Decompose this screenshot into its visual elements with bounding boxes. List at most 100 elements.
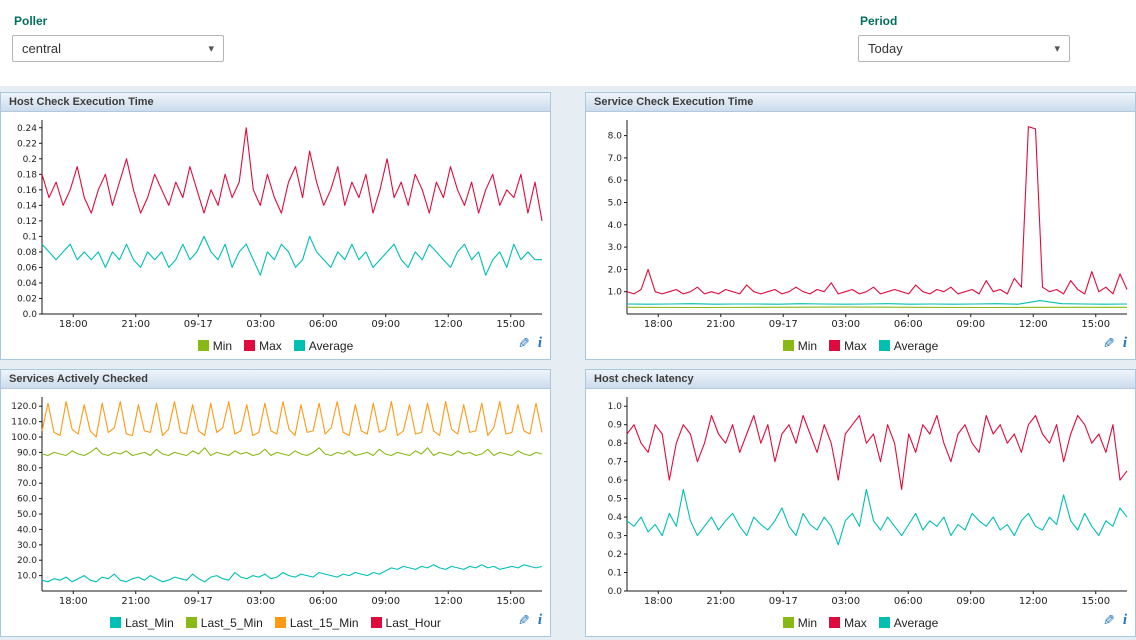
filter-bar: Poller central ▾ Period Today ▾ bbox=[0, 0, 1136, 86]
svg-text:1.0: 1.0 bbox=[608, 402, 623, 412]
svg-text:0.04: 0.04 bbox=[17, 279, 37, 289]
svg-text:09-17: 09-17 bbox=[769, 596, 798, 607]
svg-text:0.0: 0.0 bbox=[23, 310, 38, 320]
chart-services-actively-checked[interactable]: 10.020.030.040.050.060.070.080.090.0100.… bbox=[1, 389, 550, 609]
chart-host-check-latency[interactable]: 0.00.10.20.30.40.50.60.70.80.91.018:0021… bbox=[586, 389, 1135, 609]
legend-label: Min bbox=[798, 339, 817, 353]
svg-text:21:00: 21:00 bbox=[706, 596, 735, 607]
svg-text:0.12: 0.12 bbox=[17, 217, 37, 227]
legend-item-average[interactable]: Average bbox=[879, 339, 938, 353]
legend-row: Last_Min Last_5_Min Last_15_Min Last_Hour ✎… bbox=[1, 609, 550, 636]
svg-text:06:00: 06:00 bbox=[894, 319, 923, 330]
period-label: Period bbox=[860, 14, 1070, 28]
svg-text:0.1: 0.1 bbox=[608, 569, 622, 579]
legend-label: Max bbox=[844, 339, 867, 353]
legend-swatch bbox=[829, 617, 840, 628]
edit-graph-icon[interactable]: ✎ bbox=[1103, 335, 1115, 352]
svg-text:09:00: 09:00 bbox=[956, 319, 985, 330]
legend-swatch bbox=[186, 617, 197, 628]
svg-text:21:00: 21:00 bbox=[706, 319, 735, 330]
legend-item-average[interactable]: Average bbox=[294, 339, 353, 353]
panel-icons: ✎ i bbox=[518, 335, 542, 352]
graph-info-icon[interactable]: i bbox=[538, 335, 542, 352]
svg-text:12:00: 12:00 bbox=[1019, 319, 1048, 330]
legend-item-max[interactable]: Max bbox=[829, 339, 867, 353]
legend-swatch bbox=[783, 340, 794, 351]
legend-label: Last_5_Min bbox=[201, 616, 263, 630]
panel-title: Services Actively Checked bbox=[1, 370, 550, 389]
legend-item-max[interactable]: Max bbox=[244, 339, 282, 353]
legend-label: Min bbox=[213, 339, 232, 353]
svg-text:03:00: 03:00 bbox=[246, 319, 275, 330]
svg-text:06:00: 06:00 bbox=[309, 319, 338, 330]
svg-text:21:00: 21:00 bbox=[121, 319, 150, 330]
period-filter-group: Period Today ▾ bbox=[858, 12, 1070, 86]
svg-text:10.0: 10.0 bbox=[17, 572, 37, 582]
svg-text:90.0: 90.0 bbox=[17, 448, 37, 458]
legend-swatch bbox=[879, 617, 890, 628]
svg-text:0.16: 0.16 bbox=[17, 186, 37, 196]
legend-swatch bbox=[371, 617, 382, 628]
svg-text:18:00: 18:00 bbox=[59, 596, 88, 607]
svg-text:15:00: 15:00 bbox=[1081, 319, 1110, 330]
svg-text:06:00: 06:00 bbox=[894, 596, 923, 607]
svg-text:0.24: 0.24 bbox=[17, 124, 37, 134]
poller-selected-value: central bbox=[22, 41, 61, 56]
period-select[interactable]: Today ▾ bbox=[858, 35, 1070, 62]
svg-text:2.0: 2.0 bbox=[608, 265, 623, 275]
poller-select[interactable]: central ▾ bbox=[12, 35, 224, 62]
legend-label: Max bbox=[259, 339, 282, 353]
svg-text:18:00: 18:00 bbox=[59, 319, 88, 330]
graph-info-icon[interactable]: i bbox=[1123, 335, 1127, 352]
panel-icons: ✎ i bbox=[518, 612, 542, 629]
poller-label: Poller bbox=[14, 14, 224, 28]
svg-text:5.0: 5.0 bbox=[608, 199, 623, 209]
panel-service-check-execution-time: Service Check Execution Time 1.02.03.04.… bbox=[585, 92, 1136, 360]
legend-item-last_15_min[interactable]: Last_15_Min bbox=[275, 616, 359, 630]
panel-title: Host Check Execution Time bbox=[1, 93, 550, 112]
svg-text:20.0: 20.0 bbox=[17, 556, 37, 566]
edit-graph-icon[interactable]: ✎ bbox=[1103, 612, 1115, 629]
legend-label: Average bbox=[894, 339, 938, 353]
panel-host-check-latency: Host check latency 0.00.10.20.30.40.50.6… bbox=[585, 369, 1136, 637]
legend-item-min[interactable]: Min bbox=[783, 616, 817, 630]
chart-host-check-execution-time[interactable]: 0.00.020.040.060.080.10.120.140.160.180.… bbox=[1, 112, 550, 332]
edit-graph-icon[interactable]: ✎ bbox=[518, 612, 530, 629]
legend-item-min[interactable]: Min bbox=[783, 339, 817, 353]
legend-item-min[interactable]: Min bbox=[198, 339, 232, 353]
svg-text:12:00: 12:00 bbox=[1019, 596, 1048, 607]
legend-row: Min Max Average ✎ i bbox=[586, 332, 1135, 359]
legend-label: Min bbox=[798, 616, 817, 630]
svg-text:09:00: 09:00 bbox=[371, 596, 400, 607]
poller-filter-group: Poller central ▾ bbox=[12, 12, 224, 86]
legend-item-average[interactable]: Average bbox=[879, 616, 938, 630]
svg-text:1.0: 1.0 bbox=[608, 288, 623, 298]
legend-swatch bbox=[783, 617, 794, 628]
legend-swatch bbox=[244, 340, 255, 351]
svg-text:09-17: 09-17 bbox=[769, 319, 798, 330]
svg-text:0.22: 0.22 bbox=[17, 139, 37, 149]
graph-info-icon[interactable]: i bbox=[538, 612, 542, 629]
svg-text:21:00: 21:00 bbox=[121, 596, 150, 607]
legend-item-last_5_min[interactable]: Last_5_Min bbox=[186, 616, 263, 630]
legend-item-max[interactable]: Max bbox=[829, 616, 867, 630]
svg-text:0.14: 0.14 bbox=[17, 201, 37, 211]
legend-item-last_hour[interactable]: Last_Hour bbox=[371, 616, 441, 630]
edit-graph-icon[interactable]: ✎ bbox=[518, 335, 530, 352]
legend-label: Average bbox=[309, 339, 353, 353]
svg-text:12:00: 12:00 bbox=[434, 596, 463, 607]
svg-text:120.0: 120.0 bbox=[11, 402, 37, 412]
panel-host-check-execution-time: Host Check Execution Time 0.0 0.02 0.04 0.0… bbox=[0, 92, 551, 360]
svg-text:12:00: 12:00 bbox=[434, 319, 463, 330]
legend-item-last_min[interactable]: Last_Min bbox=[110, 616, 174, 630]
graph-info-icon[interactable]: i bbox=[1123, 612, 1127, 629]
svg-text:0.02: 0.02 bbox=[17, 294, 37, 304]
legend-label: Last_Min bbox=[125, 616, 174, 630]
svg-text:0.06: 0.06 bbox=[17, 263, 37, 273]
svg-text:0.8: 0.8 bbox=[608, 439, 623, 449]
chart-service-check-execution-time[interactable]: 1.02.03.04.05.06.07.08.018:0021:0009-170… bbox=[586, 112, 1135, 332]
svg-text:4.0: 4.0 bbox=[608, 221, 623, 231]
svg-text:0.18: 0.18 bbox=[17, 170, 37, 180]
legend-label: Average bbox=[894, 616, 938, 630]
legend-swatch bbox=[879, 340, 890, 351]
